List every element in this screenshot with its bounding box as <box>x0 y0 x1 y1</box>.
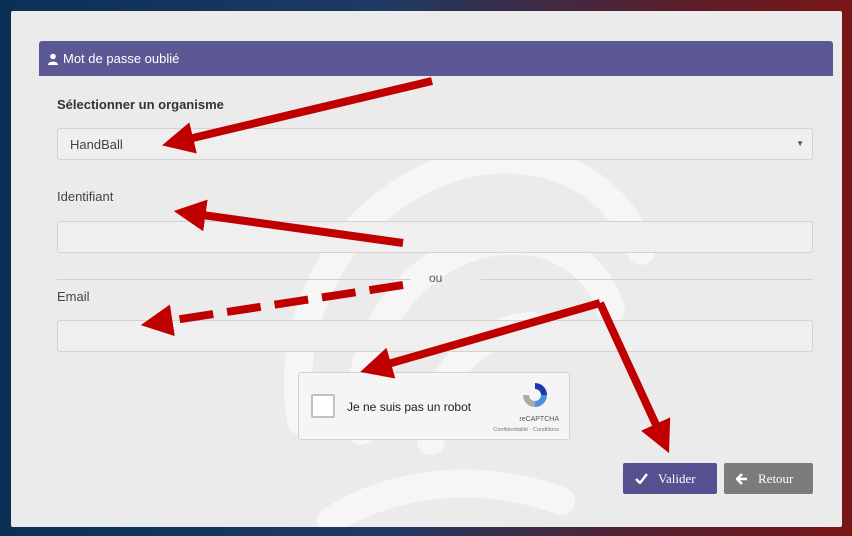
organisme-label: Sélectionner un organisme <box>57 97 224 112</box>
recaptcha-logo-icon <box>523 383 547 407</box>
identifiant-input[interactable] <box>57 221 813 253</box>
separator-line-left <box>57 279 411 280</box>
panel-header: Mot de passe oublié <box>39 41 833 76</box>
recaptcha-label: Je ne suis pas un robot <box>347 400 472 414</box>
recaptcha-checkbox[interactable] <box>311 394 335 418</box>
user-icon <box>47 53 59 65</box>
separator-text: ou <box>429 271 443 285</box>
retour-button[interactable]: Retour <box>724 463 813 494</box>
recaptcha-terms-link[interactable]: Confidentialité - Conditions <box>493 427 559 433</box>
caret-down-icon: ▼ <box>796 139 804 148</box>
valider-button[interactable]: Valider <box>623 463 717 494</box>
organisme-select[interactable]: HandBall ▼ <box>57 128 813 160</box>
retour-label: Retour <box>758 470 794 486</box>
forgot-password-card: Mot de passe oublié Sélectionner un orga… <box>11 11 842 527</box>
email-label: Email <box>57 289 90 304</box>
recaptcha-brand: reCAPTCHA <box>519 416 559 423</box>
valider-label: Valider <box>658 470 696 486</box>
recaptcha-widget: Je ne suis pas un robot reCAPTCHA Confid… <box>298 372 570 440</box>
identifiant-label: Identifiant <box>57 189 114 204</box>
eagle-watermark-icon <box>283 145 655 527</box>
separator-line-right <box>481 279 813 280</box>
organisme-selected-value: HandBall <box>70 136 123 152</box>
panel-title: Mot de passe oublié <box>63 51 180 66</box>
check-icon <box>635 473 648 484</box>
email-input[interactable] <box>57 320 813 352</box>
arrow-left-icon <box>736 472 748 485</box>
